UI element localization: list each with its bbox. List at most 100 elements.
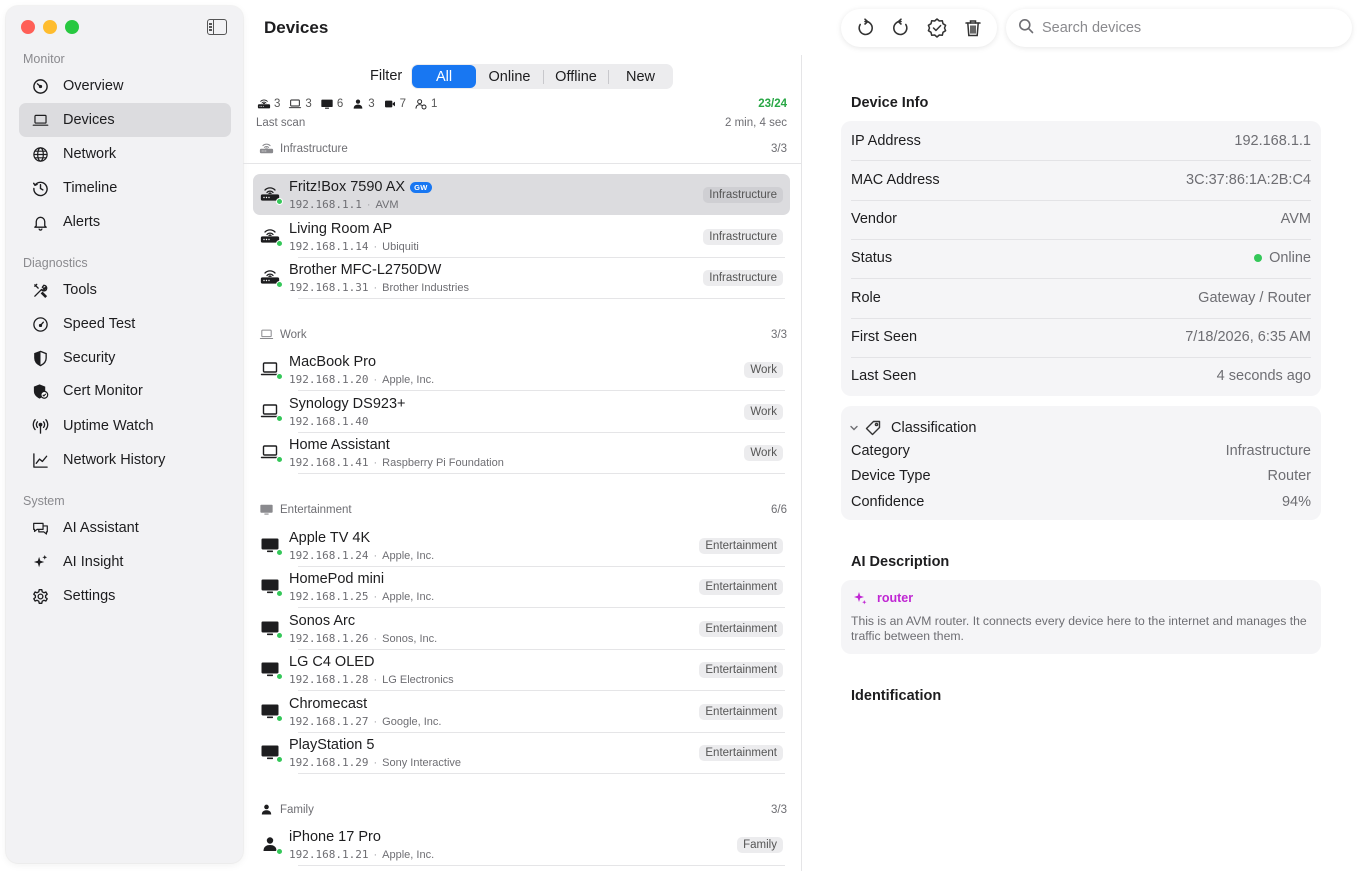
- category-badge: Work: [744, 445, 783, 461]
- laptop-icon: [31, 111, 49, 129]
- sidebar-item-overview[interactable]: Overview: [19, 69, 231, 103]
- info-key: MAC Address: [851, 171, 940, 188]
- device-row[interactable]: Apple TV 4K 192.168.1.24 · Apple, Inc. Enter…: [253, 525, 790, 567]
- classification-value: 94%: [1281, 494, 1311, 510]
- device-row[interactable]: Living Room AP 192.168.1.14 · Ubiquiti Infra…: [253, 216, 790, 258]
- device-row[interactable]: Home Assistant 192.168.1.41 · Raspberry Pi …: [253, 432, 790, 474]
- device-subtitle: 192.168.1.40: [289, 415, 368, 428]
- sidebar-item-security[interactable]: Security: [19, 341, 231, 375]
- device-row[interactable]: iPhone 17 Pro 192.168.1.21 · Apple, Inc. Fam…: [253, 824, 790, 866]
- device-count-value: 7: [399, 98, 407, 110]
- sidebar-item-cert-monitor[interactable]: Cert Monitor: [19, 374, 231, 408]
- filter-online[interactable]: Online: [476, 65, 543, 88]
- separator-dot: ·: [373, 674, 378, 686]
- device-name: Sonos Arc: [289, 613, 355, 629]
- sidebar-toggle-icon[interactable]: [207, 19, 227, 35]
- info-row-last-seen: Last Seen 4 seconds ago: [851, 357, 1311, 396]
- device-name-text: HomePod mini: [289, 571, 385, 587]
- minimize-window-button[interactable]: [43, 20, 57, 34]
- trash-icon[interactable]: [960, 15, 986, 41]
- tag-icon: [865, 420, 881, 436]
- sidebar-item-devices[interactable]: Devices: [19, 103, 231, 137]
- filter-all[interactable]: All: [412, 65, 476, 88]
- device-subtitle: 192.168.1.28 · LG Electronics: [289, 673, 454, 686]
- rotate-right-icon[interactable]: [888, 15, 914, 41]
- verified-badge-icon[interactable]: [924, 15, 950, 41]
- device-row[interactable]: Brother MFC-L2750DW 192.168.1.31 · Brother …: [253, 257, 790, 299]
- sidebar-section-title: Monitor: [23, 52, 65, 66]
- group-name: Entertainment: [280, 503, 352, 516]
- info-row-role: Role Gateway / Router: [851, 278, 1311, 317]
- sidebar-item-label: AI Insight: [63, 554, 124, 570]
- device-row[interactable]: MacBook Pro 192.168.1.20 · Apple, Inc. Work: [253, 349, 790, 391]
- sidebar-item-timeline[interactable]: Timeline: [19, 171, 231, 205]
- info-row-ip-address: IP Address 192.168.1.1: [851, 121, 1311, 160]
- filter-new[interactable]: New: [609, 65, 672, 88]
- info-row-vendor: Vendor AVM: [851, 200, 1311, 239]
- classification-toggle[interactable]: Classification: [849, 420, 976, 436]
- sidebar-item-network-history[interactable]: Network History: [19, 443, 231, 477]
- device-subtitle: 192.168.1.29 · Sony Interactive: [289, 756, 461, 769]
- device-subtitle: 192.168.1.20 · Apple, Inc.: [289, 373, 434, 386]
- cert-shield-icon: [31, 382, 49, 400]
- device-ip: 192.168.1.24: [289, 549, 369, 562]
- online-status-dot: [276, 848, 283, 855]
- device-row[interactable]: HomePod mini 192.168.1.25 · Apple, Inc. Ente…: [253, 566, 790, 608]
- info-value: AVM: [1281, 211, 1311, 227]
- info-row-first-seen: First Seen 7/18/2026, 6:35 AM: [851, 318, 1311, 357]
- sidebar-item-alerts[interactable]: Alerts: [19, 205, 231, 239]
- sidebar-item-ai-insight[interactable]: AI Insight: [19, 545, 231, 579]
- row-divider: [298, 298, 785, 299]
- window-controls: [21, 20, 79, 34]
- toolbar: [841, 9, 997, 47]
- shield-icon: [31, 349, 49, 367]
- sidebar-item-settings[interactable]: Settings: [19, 579, 231, 613]
- info-value-text: 192.168.1.1: [1234, 132, 1311, 149]
- info-key: Last Seen: [851, 368, 917, 385]
- sidebar-item-speed-test[interactable]: Speed Test: [19, 307, 231, 341]
- sidebar-item-network[interactable]: Network: [19, 137, 231, 171]
- category-badge: Work: [744, 362, 783, 378]
- search-input[interactable]: [1042, 20, 1332, 36]
- globe-icon: [31, 145, 49, 163]
- device-vendor: Google, Inc.: [382, 716, 442, 728]
- device-row[interactable]: LG C4 OLED 192.168.1.28 · LG Electronics Ent…: [253, 649, 790, 691]
- rotate-left-icon[interactable]: [852, 15, 878, 41]
- device-vendor: Sony Interactive: [382, 757, 462, 769]
- device-row[interactable]: Chromecast 192.168.1.27 · Google, Inc. Enter…: [253, 691, 790, 733]
- group-header-infrastructure: Infrastructure 3/3: [259, 142, 787, 155]
- sidebar-item-uptime-watch[interactable]: Uptime Watch: [19, 409, 231, 443]
- zoom-window-button[interactable]: [65, 20, 79, 34]
- category-badge: Entertainment: [699, 745, 783, 761]
- filter-offline[interactable]: Offline: [544, 65, 608, 88]
- device-row[interactable]: Fritz!Box 7590 AX GW 192.168.1.1 · AVM Infras…: [253, 174, 790, 215]
- category-badge: Family: [737, 837, 783, 853]
- info-value: 4 seconds ago: [1217, 368, 1311, 384]
- online-status-dot: [276, 240, 283, 247]
- device-ip: 192.168.1.27: [289, 715, 369, 728]
- device-vendor: Apple, Inc.: [382, 591, 435, 603]
- sidebar-item-label: Tools: [63, 282, 97, 298]
- device-ip: 192.168.1.14: [289, 240, 369, 253]
- device-row[interactable]: Synology DS923+ 192.168.1.40 Work: [253, 391, 790, 433]
- sidebar-item-label: Network: [63, 146, 117, 162]
- device-ip: 192.168.1.28: [289, 673, 369, 686]
- info-value-text: 4 seconds ago: [1216, 368, 1311, 385]
- device-row[interactable]: PlayStation 5 192.168.1.29 · Sony Interacti…: [253, 732, 790, 774]
- device-subtitle: 192.168.1.26 · Sonos, Inc.: [289, 632, 437, 645]
- chart-line-icon: [31, 451, 49, 469]
- info-key: Vendor: [851, 211, 897, 228]
- info-row-status: Status Online: [851, 239, 1311, 278]
- panel-divider: [801, 55, 802, 871]
- close-window-button[interactable]: [21, 20, 35, 34]
- device-row[interactable]: Sonos Arc 192.168.1.26 · Sonos, Inc. Enterta…: [253, 608, 790, 650]
- device-type-counts: 3 3 6 3 7 1: [257, 98, 445, 110]
- category-badge: Infrastructure: [703, 270, 783, 286]
- sidebar-item-tools[interactable]: Tools: [19, 273, 231, 307]
- category-badge: Entertainment: [699, 662, 783, 678]
- info-key: IP Address: [851, 132, 921, 149]
- sidebar-item-ai-assistant[interactable]: AI Assistant: [19, 511, 231, 545]
- ai-description-text: This is an AVM router. It connects every…: [851, 614, 1307, 643]
- separator-dot: ·: [373, 591, 378, 603]
- ai-description-card: router This is an AVM router. It connect…: [841, 580, 1321, 654]
